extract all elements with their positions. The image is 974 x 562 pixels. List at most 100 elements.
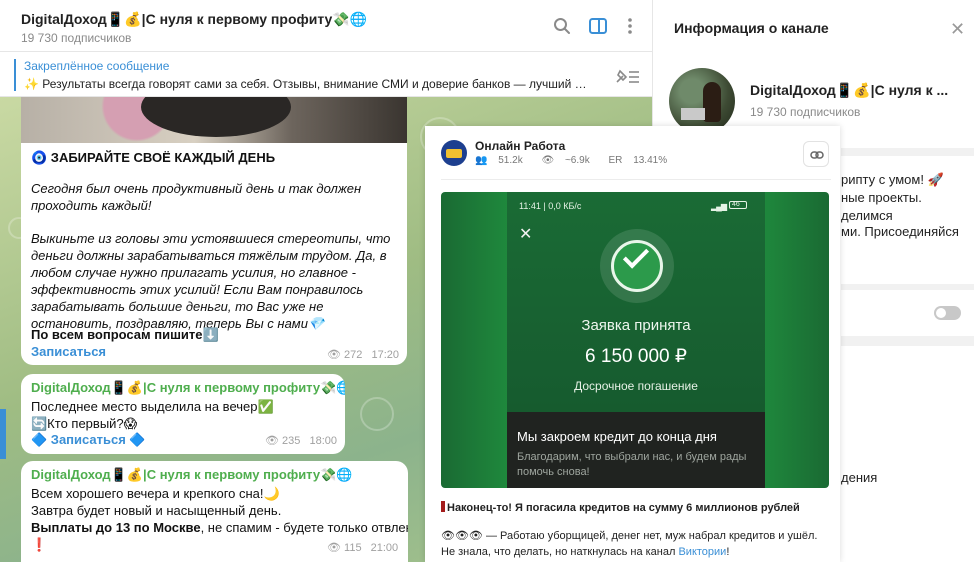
message-line: Выплаты до 13 по Москве, не спамим - буд…: [31, 519, 408, 536]
er-stat: ER 13.41%: [609, 155, 676, 166]
info-panel-title: Информация о канале: [674, 20, 829, 36]
card-text: Благодарим, что выбрали нас, и будем рад…: [517, 451, 747, 478]
pinned-accent-bar: [14, 59, 16, 91]
phone-info-card: Мы закроем кредит до конца дня Благодари…: [507, 412, 765, 488]
close-icon: ✕: [519, 226, 533, 243]
description-snippet: ми. Присоединяйся: [841, 224, 959, 239]
message-time: 17:20: [371, 349, 399, 361]
left-edge-accent: [0, 409, 6, 459]
eye-icon: 👁: [541, 155, 555, 166]
pin-list-icon[interactable]: [614, 67, 640, 85]
divider: [441, 179, 831, 180]
payout-note-bold: Выплаты до 13 по Москве: [31, 520, 201, 535]
signup-link[interactable]: Записаться: [31, 344, 106, 359]
toggle-knob: [936, 308, 946, 318]
post-body: 👁👁👁 — Работаю уборщицей, денег нет, муж …: [441, 528, 825, 560]
views-stat: 👁 ~6.9k: [541, 155, 597, 166]
payout-note-rest: , не спамим - будете только отвлекать: [200, 520, 408, 535]
description-snippet: ные проекты.: [841, 190, 922, 205]
avatar-shape: [446, 149, 462, 158]
eye-icon: 👁: [327, 542, 341, 554]
notifications-toggle[interactable]: [934, 306, 961, 320]
message-bubble[interactable]: 🧿 ЗАБИРАЙТЕ СВОЁ КАЖДЫЙ ДЕНЬ Сегодня был…: [21, 97, 407, 365]
more-vertical-icon[interactable]: [620, 16, 640, 36]
post-channel-name[interactable]: Онлайн Работа: [475, 139, 565, 153]
views-value: ~6.9k: [564, 155, 590, 166]
pinned-message[interactable]: Закреплённое сообщение ✨ Результаты всег…: [0, 53, 652, 97]
view-count: 115: [344, 542, 362, 554]
battery-icon: 46: [729, 201, 747, 209]
post-image[interactable]: 11:41 | 0,0 КБ/с ▂▄▆ 46 ✕ Заявка принята…: [441, 192, 829, 488]
signup-link[interactable]: 🔷 Записаться 🔷: [31, 432, 146, 448]
section-divider: [841, 336, 974, 346]
post-headline: Наконец-то! Я погасила кредитов на сумму…: [441, 501, 800, 514]
channel-subscriber-count: 19 730 подписчиков: [750, 105, 861, 119]
message-bubble[interactable]: DigitalДоход📱💰|С нуля к первому профиту💸…: [21, 461, 408, 562]
message-paragraph: Сегодня был очень продуктивный день и та…: [31, 181, 362, 213]
background-doodle: [360, 397, 394, 431]
close-icon[interactable]: ✕: [950, 20, 965, 38]
link-icon: [810, 151, 824, 159]
er-value: 13.41%: [633, 155, 668, 166]
message-sender[interactable]: DigitalДоход📱💰|С нуля к первому профиту💸…: [31, 380, 345, 396]
search-icon[interactable]: [552, 16, 572, 36]
post-body-end: !: [726, 546, 730, 558]
message-photo[interactable]: [21, 97, 407, 143]
red-marker-icon: [441, 501, 445, 512]
message-meta: 👁 235 18:00: [265, 434, 337, 447]
phone-status-text: 11:41 | 0,0 КБ/с: [519, 201, 582, 211]
message-contact-line: По всем вопросам пишите⬇️: [31, 327, 219, 342]
view-count: 272: [344, 349, 363, 361]
message-time: 21:00: [370, 542, 399, 554]
sidebar-toggle-icon[interactable]: [588, 16, 608, 36]
chat-header[interactable]: DigitalДоход📱💰|С нуля к первому профиту💸…: [0, 0, 652, 52]
menu-item-snippet[interactable]: дения: [841, 470, 877, 485]
message-meta: 👁 272 17:20: [327, 348, 399, 361]
section-divider: [841, 148, 974, 156]
copy-link-button[interactable]: [803, 141, 829, 167]
message-heading: 🧿 ЗАБИРАЙТЕ СВОЁ КАЖДЫЙ ДЕНЬ: [31, 150, 276, 165]
section-divider: [841, 284, 974, 290]
post-channel-stats: 👥 51.2k 👁 ~6.9k ER 13.41%: [475, 155, 683, 166]
avatar[interactable]: [669, 68, 735, 134]
view-count: 235: [282, 435, 301, 447]
signal-icon: ▂▄▆: [711, 202, 727, 211]
message-line: Завтра будет новый и насыщенный день.: [31, 503, 282, 518]
description-snippet: рипту с умом! 🚀: [841, 172, 944, 187]
channel-avatar[interactable]: [441, 140, 467, 166]
early-repayment-text: Досрочное погашение: [574, 379, 698, 393]
message-time: 18:00: [309, 435, 337, 447]
subscribers-value: 51.2k: [498, 155, 523, 166]
message-line: Последнее место выделила на вечер✅: [31, 399, 274, 414]
phone-screenshot: 11:41 | 0,0 КБ/с ▂▄▆ 46 ✕ Заявка принята…: [507, 192, 765, 488]
avatar-person-shape: [703, 82, 721, 122]
message-bubble[interactable]: DigitalДоход📱💰|С нуля к первому профиту💸…: [21, 374, 345, 454]
message-meta: 👁 115 21:00: [327, 541, 398, 554]
amount-text: 6 150 000 ₽: [585, 346, 687, 367]
eye-icon: 👁: [327, 349, 341, 361]
message-line: Всем хорошего вечера и крепкого сна!🌙: [31, 486, 280, 501]
post-body-text: 👁👁👁 — Работаю уборщицей, денег нет, муж …: [441, 530, 818, 558]
card-title: Мы закроем кредит до конца дня: [517, 429, 717, 444]
people-icon: 👥: [475, 155, 488, 166]
eye-icon: 👁: [265, 435, 279, 447]
battery-level: 46: [732, 201, 740, 208]
chat-subscriber-count: 19 730 подписчиков: [21, 31, 132, 45]
message-sender[interactable]: DigitalДоход📱💰|С нуля к первому профиту💸…: [31, 467, 352, 483]
request-accepted-title: Заявка принята: [581, 317, 691, 334]
pinned-title: Закреплённое сообщение: [24, 59, 170, 73]
chat-title[interactable]: DigitalДоход📱💰|С нуля к первому профиту💸…: [21, 11, 367, 28]
post-headline-text: Наконец-то! Я погасила кредитов на сумму…: [447, 502, 800, 514]
avatar-laptop-shape: [681, 108, 705, 120]
pinned-text: ✨ Результаты всегда говорят сами за себя…: [24, 77, 589, 91]
exclamation-icon: ❗: [31, 537, 48, 552]
er-label: ER: [608, 155, 623, 166]
description-snippet: делимся: [841, 208, 893, 223]
subscribers-stat: 👥 51.2k: [475, 155, 531, 166]
channel-name: DigitalДоход📱💰|С нуля к ...: [750, 82, 949, 98]
channel-post-preview[interactable]: Онлайн Работа 👥 51.2k 👁 ~6.9k ER 13.41% …: [425, 126, 840, 562]
message-paragraph: Выкиньте из головы эти устоявшиеся стере…: [31, 231, 391, 331]
message-line: 🔄Кто первый?😱: [31, 416, 138, 431]
post-body-link[interactable]: Виктории: [678, 546, 726, 558]
photo-bowl-shape: [141, 97, 291, 137]
